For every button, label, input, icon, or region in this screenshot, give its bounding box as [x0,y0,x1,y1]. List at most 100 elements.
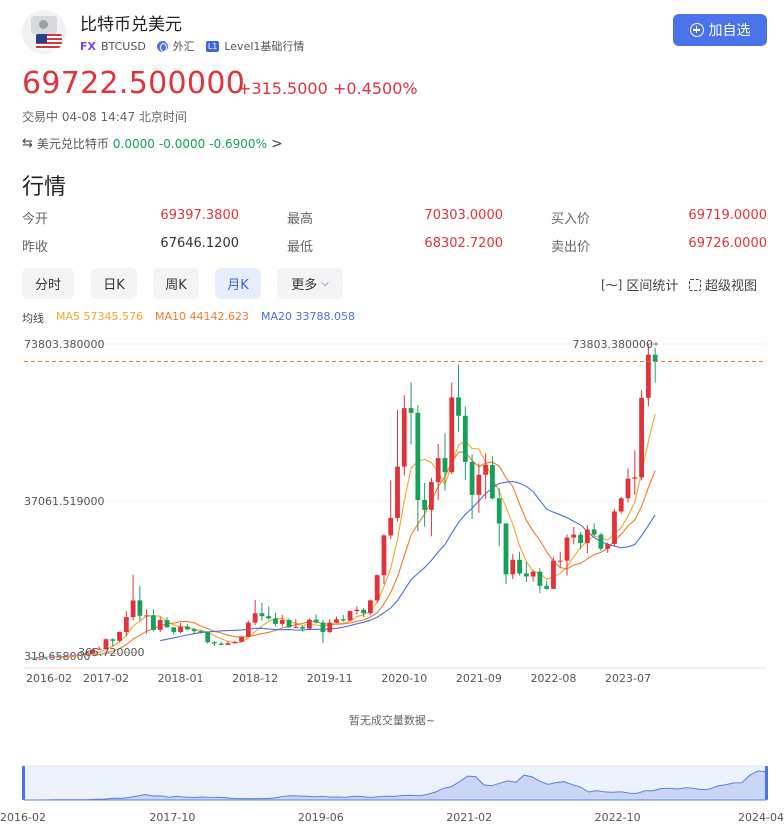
candle-body [286,620,292,628]
candle-body [388,517,394,536]
candle-body [137,600,143,616]
candle-body [483,464,489,475]
tab-monthly-k[interactable]: 月K [215,268,261,299]
candle-body [198,631,204,633]
candle-body [347,611,353,621]
cross-rate-link[interactable]: ⇆ 美元兑比特币 0.0000 -0.0000 -0.6900% > [22,135,283,152]
candle [476,463,482,513]
tab-intraday[interactable]: 分时 [22,268,74,299]
stat-bid-label: 买入价 [551,212,591,227]
candle [544,581,550,590]
candle [598,532,604,551]
candle-body [523,573,529,577]
candle-body [557,560,563,562]
tab-more-label: 更多 [291,278,318,293]
candle [266,606,272,620]
candle-body [171,627,177,633]
ma10-line [92,451,656,657]
candle-body [245,622,251,637]
candle [429,477,434,537]
symbol-code: BTCUSD [101,39,146,53]
candle-body [429,482,434,510]
candle [306,618,312,630]
candle-body [408,408,414,413]
candle [42,657,48,659]
candle-body [469,461,475,495]
range-navigator[interactable]: 2016-02 2017-10 2019-06 2021-02 2022-10 2024-… [0,760,784,832]
candle-body [300,626,305,629]
price-change: +315.5000 [238,79,328,98]
candle-body [652,354,658,362]
candle [462,406,468,480]
candle [374,574,380,603]
super-view-button[interactable]: 超级视图 [689,275,757,294]
candle-body [117,632,122,641]
candle-body [639,397,644,478]
candle-body [625,478,631,499]
tab-more[interactable]: 更多 ⌵ [277,268,343,299]
candle [218,641,224,646]
chart-grid: 73803.38000037061.519000319.658000 [24,338,766,669]
x-axis: 2016-02 2017-02 2018-01 2018-12 2019-11 2020-… [26,672,651,685]
candle-body [354,609,360,612]
candle [496,488,502,547]
candle [551,557,556,589]
add-watchlist-button[interactable]: 加自选 [673,14,767,46]
candle-body [449,397,455,473]
candle [612,508,617,547]
tab-daily-k[interactable]: 日K [91,268,137,299]
x-axis-label: 2016-02 [26,672,72,685]
candle-body [266,616,272,619]
candle [252,599,258,626]
range-stats-button[interactable]: [⁓] 区间统计 [601,275,678,295]
no-volume-notice: 暂无成交量数据~ [348,714,436,727]
candle [564,534,570,576]
candle [117,631,122,642]
candle-body [191,629,197,632]
candle [205,631,211,644]
currency-logo [22,10,66,54]
price-change-percent: +0.4500% [333,79,418,98]
candle-body [395,466,400,518]
candle-body [273,618,278,624]
candle-body [232,641,238,644]
candle-body [571,534,577,538]
ma-legend: 均线 MA5 57345.576 MA10 44142.623 MA20 337… [22,310,355,326]
ma5-value: MA5 57345.576 [56,310,143,323]
x-axis-label: 2021-09 [456,672,502,685]
candle [354,606,360,615]
candle [178,623,183,634]
candle-body [422,499,428,510]
bitcoin-coin-icon [31,16,57,34]
candle [157,617,163,633]
ma-legend-label: 均线 [22,312,44,325]
candle [327,619,333,633]
candle-body [151,615,156,630]
cross-rate-change: -0.0000 [158,136,206,151]
candle-body [212,642,217,644]
kline-chart[interactable]: 73803.38000037061.519000319.658000 73803… [0,330,784,695]
swap-icon: ⇆ [22,136,33,151]
add-watchlist-label: 加自选 [708,23,751,39]
candle-body [435,458,441,483]
candle-body [306,619,312,629]
candle-body [184,626,190,630]
y-axis-label: 73803.380000 [24,338,104,351]
candle-body [239,636,244,642]
candle [239,635,244,643]
candle [523,561,529,583]
candle [517,551,522,576]
candle [449,382,455,475]
navigator-right-handle [765,766,768,800]
cross-rate-change-percent: -0.6900% [209,136,267,151]
candle [571,526,577,545]
candle-body [591,529,597,535]
instrument-meta: FX BTCUSD 外汇 L1 Level1基础行情 [80,38,304,54]
candle-body [462,415,468,462]
stat-prev-close-label: 昨收 [22,240,49,255]
candle [300,626,305,632]
candle-body [517,559,522,574]
tab-weekly-k[interactable]: 周K [153,268,199,299]
navigator-x-label: 2017-10 [149,811,195,824]
cross-rate-label: 美元兑比特币 [36,137,109,151]
